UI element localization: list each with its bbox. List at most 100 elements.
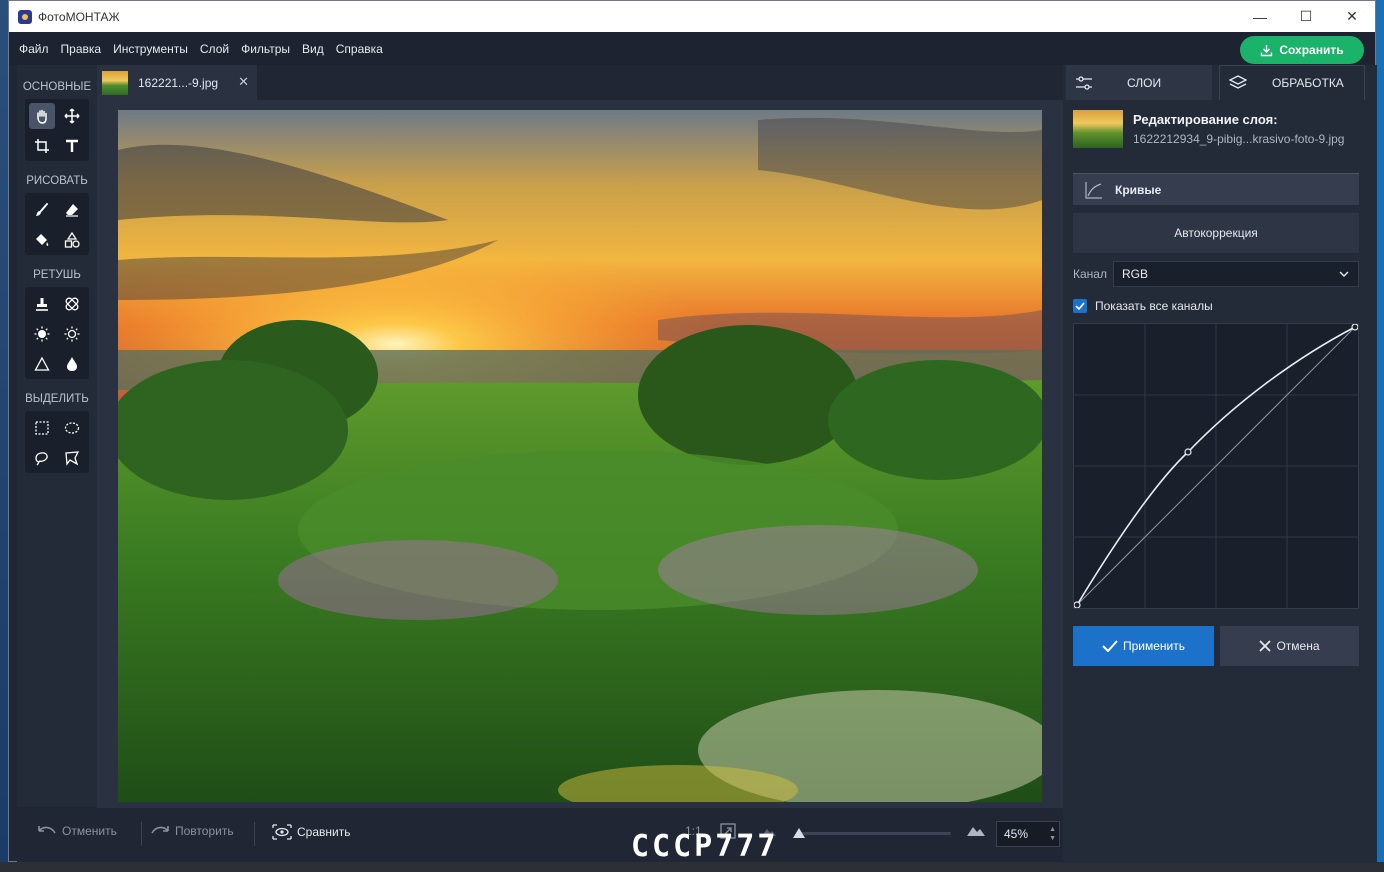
redo-icon — [151, 826, 169, 834]
move-icon — [64, 108, 80, 124]
cancel-button[interactable]: Отмена — [1220, 626, 1359, 666]
sun-filled-icon — [34, 326, 50, 342]
tool-group-select — [25, 411, 89, 473]
maximize-button[interactable]: ☐ — [1283, 1, 1329, 32]
bandage-icon — [65, 297, 79, 311]
shapes-tool[interactable] — [59, 227, 85, 253]
stamp-icon — [36, 298, 48, 311]
fill-tool[interactable] — [29, 227, 55, 253]
zoom-slider-handle[interactable] — [793, 828, 805, 838]
compare-label: Сравнить — [297, 825, 351, 839]
curve-icon — [1085, 181, 1102, 199]
crop-tool[interactable] — [29, 133, 55, 159]
zoom-value: 45% — [1004, 827, 1029, 841]
autocorrect-button[interactable]: Автокоррекция — [1073, 213, 1359, 253]
polygon-lasso-icon — [65, 451, 80, 466]
close-icon — [1259, 640, 1272, 652]
show-all-channels-label: Показать все каналы — [1095, 299, 1213, 313]
zoom-in-button[interactable] — [966, 823, 986, 837]
curves-plot — [1073, 323, 1359, 609]
eye-icon — [272, 824, 292, 840]
close-window-button[interactable]: ✕ — [1329, 1, 1375, 32]
apply-button[interactable]: Применить — [1073, 626, 1214, 666]
lasso-tool[interactable] — [29, 445, 55, 471]
check-icon — [1075, 302, 1085, 310]
compare-button[interactable]: Сравнить — [272, 824, 350, 840]
curve-point — [1351, 323, 1359, 331]
save-button[interactable]: Сохранить — [1240, 36, 1364, 64]
tab-processing-label: ОБРАБОТКА — [1272, 76, 1344, 90]
zoom-slider-track[interactable] — [801, 832, 951, 835]
menu-tools[interactable]: Инструменты — [113, 42, 188, 56]
curves-button[interactable]: Кривые — [1073, 173, 1359, 205]
menu-view[interactable]: Вид — [302, 42, 324, 56]
save-button-label: Сохранить — [1279, 43, 1344, 57]
channel-value: RGB — [1122, 267, 1149, 281]
blur-tool[interactable] — [59, 351, 85, 377]
download-icon — [1261, 44, 1273, 56]
window-controls: — ☐ ✕ — [1237, 1, 1375, 32]
right-panel: СЛОИ ОБРАБОТКА Редактирование слоя: 1622… — [1063, 65, 1377, 863]
polygon-lasso-tool[interactable] — [59, 445, 85, 471]
patch-tool[interactable] — [59, 291, 85, 317]
app-logo-icon — [18, 9, 32, 24]
menu-layer[interactable]: Слой — [200, 42, 229, 56]
curve-point — [1184, 448, 1192, 456]
rect-select-tool[interactable] — [29, 415, 55, 441]
photo-canvas[interactable] — [118, 110, 1042, 802]
menu-edit[interactable]: Правка — [61, 42, 102, 56]
brush-tool[interactable] — [29, 197, 55, 223]
layer-thumbnail — [1073, 110, 1123, 148]
cancel-label: Отмена — [1276, 639, 1320, 653]
menu-help[interactable]: Справка — [336, 42, 383, 56]
check-icon — [1102, 640, 1118, 652]
text-tool[interactable] — [59, 133, 85, 159]
sliders-icon — [1076, 75, 1092, 90]
close-tab-icon[interactable]: ✕ — [238, 74, 249, 90]
stamp-tool[interactable] — [29, 291, 55, 317]
undo-label: Отменить — [62, 824, 117, 838]
burn-tool[interactable] — [59, 321, 85, 347]
redo-button[interactable]: Повторить — [150, 824, 234, 838]
menu-filters[interactable]: Фильтры — [241, 42, 290, 56]
channel-select[interactable]: RGB — [1113, 261, 1359, 287]
curves-graph[interactable] — [1073, 323, 1359, 609]
minimize-button[interactable]: — — [1237, 1, 1283, 32]
undo-icon — [38, 826, 56, 834]
ellipse-select-tool[interactable] — [59, 415, 85, 441]
bottom-bar: Отменить Повторить Сравнить 1:1 45% ▲ ▼ — [17, 808, 1063, 862]
channel-label: Канал — [1073, 267, 1107, 281]
move-tool[interactable] — [59, 103, 85, 129]
undo-button[interactable]: Отменить — [37, 824, 117, 838]
drop-icon — [67, 357, 77, 371]
menu-bar: Файл Правка Инструменты Слой Фильтры Вид… — [9, 32, 1375, 65]
ellipse-select-icon — [64, 422, 80, 434]
hand-icon — [37, 109, 47, 124]
section-title-select: ВЫДЕЛИТЬ — [25, 393, 89, 405]
document-tab-label: 162221...-9.jpg — [138, 75, 219, 90]
canvas-area[interactable] — [97, 100, 1063, 808]
dodge-tool[interactable] — [29, 321, 55, 347]
hand-tool[interactable] — [29, 103, 55, 129]
zoom-stepper-icon[interactable]: ▲ ▼ — [1049, 825, 1056, 843]
curves-label: Кривые — [1115, 182, 1162, 197]
tool-group-basic — [25, 99, 89, 161]
layer-info: Редактирование слоя: 1622212934_9-pibig.… — [1063, 100, 1377, 156]
autocorrect-label: Автокоррекция — [1174, 226, 1258, 240]
document-tab[interactable]: 162221...-9.jpg ✕ — [97, 65, 257, 100]
zoom-input[interactable]: 45% ▲ ▼ — [996, 821, 1060, 847]
lasso-icon — [35, 452, 48, 466]
redo-label: Повторить — [175, 824, 234, 838]
brush-icon — [36, 203, 48, 216]
show-all-channels-checkbox[interactable] — [1073, 299, 1087, 313]
document-thumbnail — [102, 70, 128, 95]
layer-title: Редактирование слоя: — [1133, 112, 1278, 127]
eraser-tool[interactable] — [59, 197, 85, 223]
tab-processing[interactable]: ОБРАБОТКА — [1219, 65, 1365, 100]
tab-layers[interactable]: СЛОИ — [1066, 65, 1212, 100]
tab-layers-label: СЛОИ — [1127, 75, 1162, 90]
menu-file[interactable]: Файл — [19, 42, 49, 56]
sharpen-tool[interactable] — [29, 351, 55, 377]
title-bar: ФотоМОНТАЖ — ☐ ✕ — [9, 1, 1375, 32]
landscape-photo — [118, 110, 1042, 802]
